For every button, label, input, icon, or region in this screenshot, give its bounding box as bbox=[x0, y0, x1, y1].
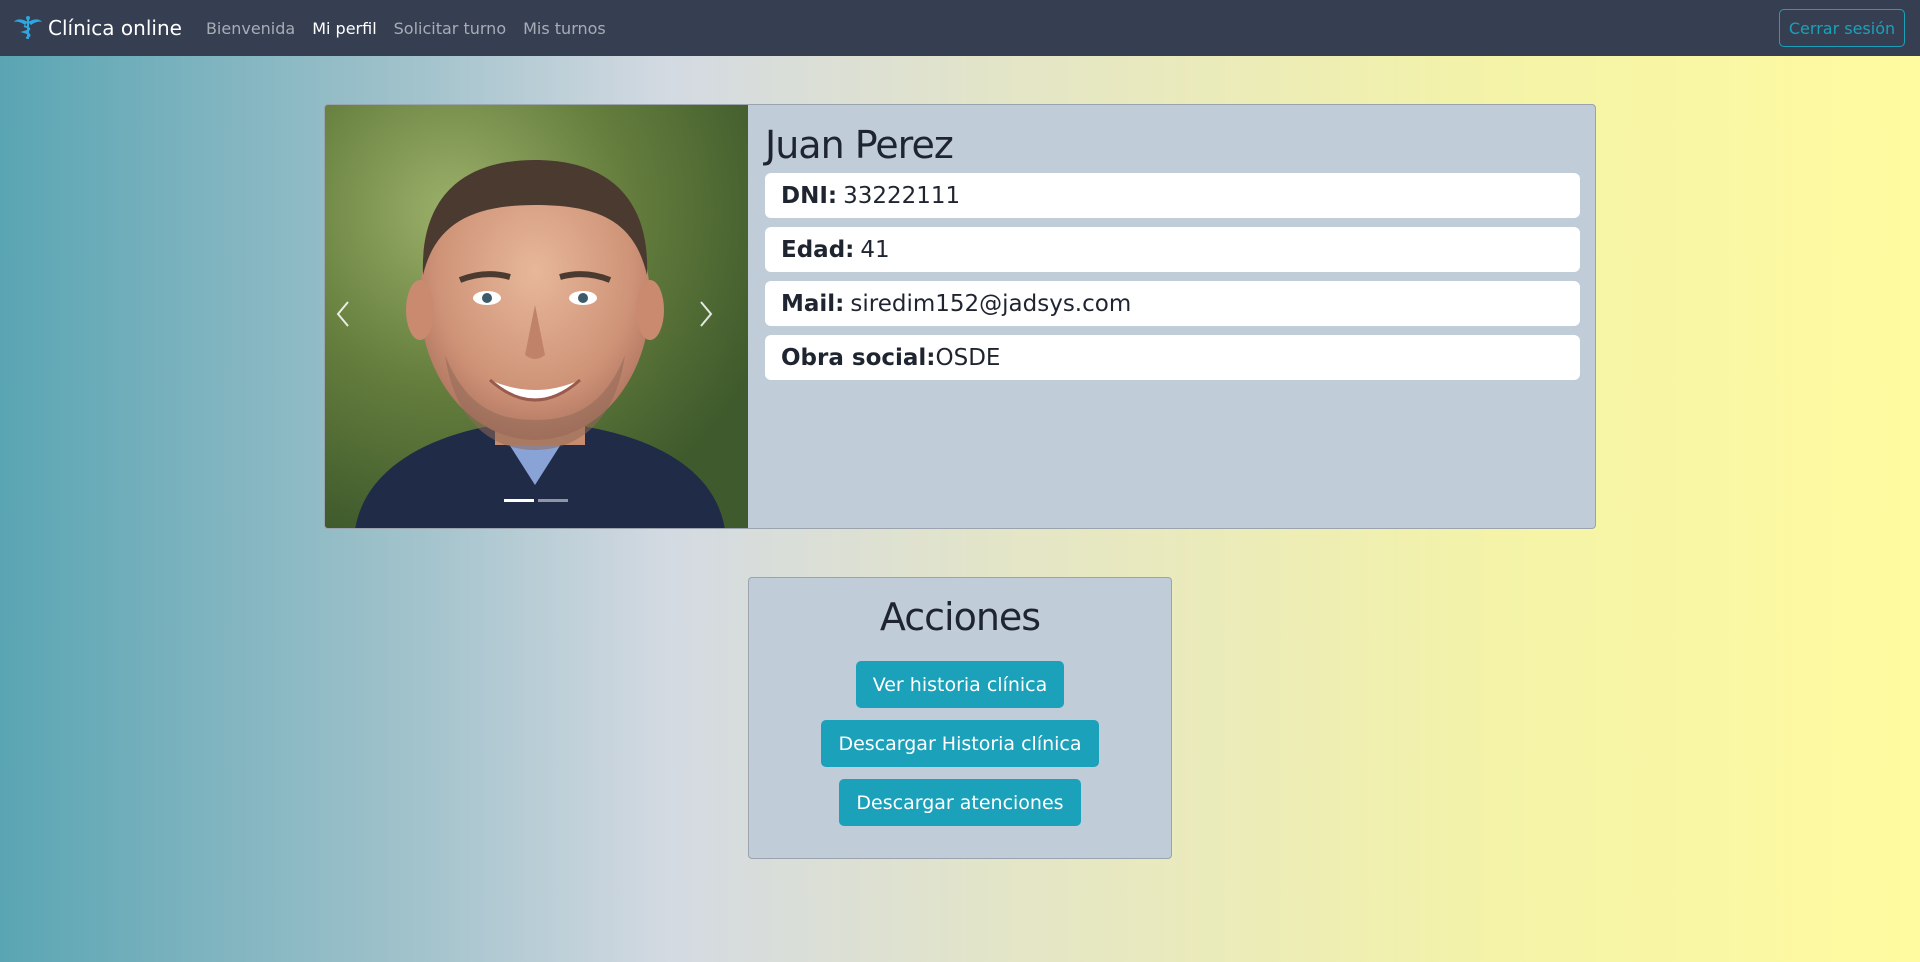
info-value: 33222111 bbox=[843, 182, 961, 209]
info-row-dni: DNI: 33222111 bbox=[765, 173, 1580, 218]
carousel-next-button[interactable] bbox=[698, 300, 738, 340]
nav-link-mi-perfil[interactable]: Mi perfil bbox=[312, 19, 376, 38]
carousel-indicators bbox=[504, 499, 572, 502]
info-row-edad: Edad: 41 bbox=[765, 227, 1580, 272]
patient-name: Juan Perez bbox=[765, 123, 954, 167]
profile-photo bbox=[325, 105, 748, 528]
carousel-prev-button[interactable] bbox=[335, 300, 375, 340]
caduceus-icon bbox=[14, 16, 42, 39]
info-label: Obra social: bbox=[781, 344, 936, 371]
profile-card: Juan Perez DNI: 33222111 Edad: 41 Mail: … bbox=[324, 104, 1596, 529]
carousel-indicator-2[interactable] bbox=[538, 499, 568, 502]
info-label: Mail: bbox=[781, 290, 845, 317]
download-history-button[interactable]: Descargar Historia clínica bbox=[821, 720, 1099, 767]
chevron-right-icon bbox=[700, 301, 713, 327]
info-label: Edad: bbox=[781, 236, 855, 263]
info-value: siredim152@jadsys.com bbox=[850, 290, 1132, 317]
actions-card: Acciones Ver historia clínica Descargar … bbox=[748, 577, 1172, 859]
info-value: 41 bbox=[860, 236, 890, 263]
info-row-mail: Mail: siredim152@jadsys.com bbox=[765, 281, 1580, 326]
nav-links: Bienvenida Mi perfil Solicitar turno Mis… bbox=[206, 19, 623, 38]
view-history-button[interactable]: Ver historia clínica bbox=[855, 661, 1065, 708]
carousel-indicator-1[interactable] bbox=[504, 499, 534, 502]
brand[interactable]: Clínica online bbox=[13, 16, 182, 40]
nav-link-solicitar-turno[interactable]: Solicitar turno bbox=[394, 19, 506, 38]
chevron-left-icon bbox=[336, 301, 349, 327]
nav-link-mis-turnos[interactable]: Mis turnos bbox=[523, 19, 606, 38]
info-label: DNI: bbox=[781, 182, 838, 209]
brand-text: Clínica online bbox=[48, 16, 182, 40]
info-row-obra-social: Obra social: OSDE bbox=[765, 335, 1580, 380]
nav-link-bienvenida[interactable]: Bienvenida bbox=[206, 19, 295, 38]
download-attentions-button[interactable]: Descargar atenciones bbox=[839, 779, 1081, 826]
actions-title: Acciones bbox=[879, 595, 1041, 639]
logout-button[interactable]: Cerrar sesión bbox=[1779, 9, 1905, 47]
info-value: OSDE bbox=[935, 344, 1001, 371]
navbar: Clínica online Bienvenida Mi perfil Soli… bbox=[0, 0, 1920, 56]
patient-info: Juan Perez DNI: 33222111 Edad: 41 Mail: … bbox=[765, 123, 1580, 389]
profile-photo-carousel bbox=[325, 105, 748, 528]
